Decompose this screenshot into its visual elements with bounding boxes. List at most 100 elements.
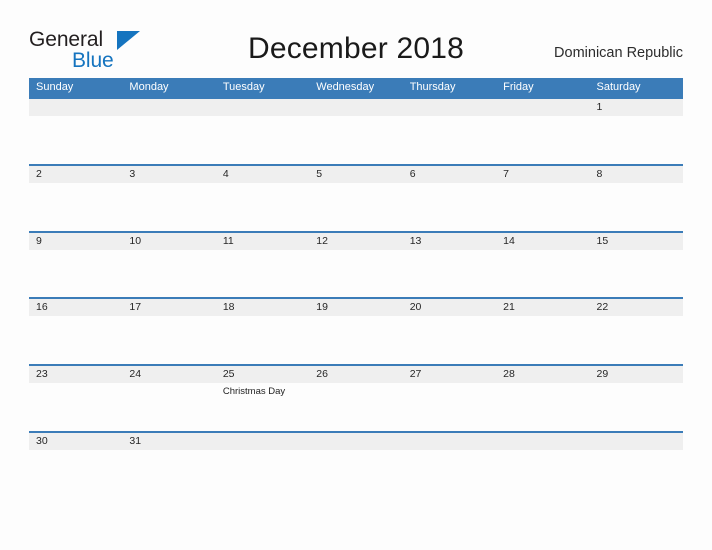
day-number bbox=[410, 433, 496, 450]
day-cell[interactable]: 21 bbox=[496, 299, 589, 364]
day-number: 22 bbox=[596, 301, 609, 314]
day-number bbox=[316, 433, 402, 450]
day-cell[interactable] bbox=[403, 433, 496, 498]
day-cell[interactable]: 11 bbox=[216, 233, 309, 298]
day-cell[interactable] bbox=[122, 99, 215, 164]
weekday-header-monday: Monday bbox=[129, 81, 169, 93]
day-number bbox=[503, 99, 589, 116]
day-number: 30 bbox=[36, 434, 48, 447]
day-cell[interactable]: 19 bbox=[309, 299, 402, 364]
day-cell[interactable] bbox=[216, 433, 309, 498]
day-cell[interactable]: 16 bbox=[29, 299, 122, 364]
day-cell[interactable]: 20 bbox=[403, 299, 496, 364]
day-cell[interactable]: 28 bbox=[496, 366, 589, 431]
calendar-week-row: 1 bbox=[29, 97, 683, 164]
day-number: 10 bbox=[129, 234, 142, 247]
day-cell[interactable] bbox=[29, 99, 122, 164]
day-number bbox=[316, 99, 402, 116]
day-number: 17 bbox=[129, 301, 142, 314]
weekday-header-saturday: Saturday bbox=[596, 81, 641, 93]
day-number bbox=[36, 99, 122, 116]
calendar-week-row: 16 17 18 19 20 21 22 bbox=[29, 297, 683, 364]
day-cell[interactable]: 25 Christmas Day bbox=[216, 366, 309, 431]
day-cell[interactable] bbox=[496, 433, 589, 498]
day-number: 7 bbox=[503, 167, 509, 180]
day-number bbox=[597, 433, 683, 450]
day-number: 31 bbox=[129, 434, 142, 447]
day-number: 23 bbox=[36, 368, 48, 381]
day-cell[interactable]: 1 bbox=[590, 99, 683, 164]
day-number: 27 bbox=[409, 368, 422, 381]
day-number: 18 bbox=[222, 301, 235, 314]
day-cell[interactable]: 3 bbox=[122, 166, 215, 231]
calendar-week-row: 2 3 4 5 6 7 8 bbox=[29, 163, 683, 231]
day-number: 25 bbox=[222, 368, 235, 381]
weekday-header-sunday: Sunday bbox=[36, 81, 74, 93]
day-cell[interactable]: 4 bbox=[216, 166, 309, 231]
day-number bbox=[223, 99, 309, 116]
calendar-week-row: 23 24 25 Christmas Day 26 27 28 29 bbox=[29, 364, 683, 431]
region-label: Dominican Republic bbox=[554, 45, 683, 61]
day-cell[interactable]: 8 bbox=[590, 166, 683, 231]
day-cell[interactable]: 10 bbox=[122, 233, 215, 298]
day-number: 8 bbox=[596, 167, 603, 180]
day-cell[interactable]: 13 bbox=[403, 233, 496, 298]
calendar-week-row: 30 31 bbox=[29, 430, 683, 498]
day-number bbox=[129, 99, 215, 116]
day-number: 2 bbox=[36, 167, 42, 180]
weekday-header-thursday: Thursday bbox=[409, 81, 456, 93]
day-cell[interactable]: 2 bbox=[29, 166, 122, 231]
day-cell[interactable]: 12 bbox=[309, 233, 402, 298]
day-number: 19 bbox=[316, 301, 328, 314]
day-number: 3 bbox=[129, 167, 136, 180]
day-cell[interactable]: 17 bbox=[122, 299, 215, 364]
day-cell[interactable]: 15 bbox=[590, 233, 683, 298]
day-cell[interactable] bbox=[309, 433, 402, 498]
day-cell[interactable]: 6 bbox=[403, 166, 496, 231]
day-cell[interactable]: 5 bbox=[309, 166, 402, 231]
day-cell[interactable]: 7 bbox=[496, 166, 589, 231]
day-number: 14 bbox=[503, 234, 515, 247]
day-number: 11 bbox=[222, 234, 234, 247]
weekday-header-wednesday: Wednesday bbox=[316, 81, 375, 93]
day-number: 21 bbox=[503, 301, 515, 314]
day-cell[interactable]: 26 bbox=[309, 366, 402, 431]
day-cell[interactable]: 22 bbox=[590, 299, 683, 364]
day-number bbox=[503, 433, 589, 450]
page-header: General Blue December 2018 Dominican Rep… bbox=[0, 0, 712, 76]
day-number: 24 bbox=[129, 368, 142, 381]
weekday-header-friday: Friday bbox=[503, 81, 534, 93]
day-cell[interactable] bbox=[309, 99, 402, 164]
day-cell[interactable]: 27 bbox=[403, 366, 496, 431]
day-number: 26 bbox=[316, 368, 328, 381]
day-number bbox=[223, 433, 309, 450]
day-cell[interactable] bbox=[216, 99, 309, 164]
day-number: 29 bbox=[596, 368, 609, 381]
day-cell[interactable] bbox=[403, 99, 496, 164]
day-number: 6 bbox=[409, 167, 416, 180]
day-cell[interactable]: 18 bbox=[216, 299, 309, 364]
day-cell[interactable] bbox=[496, 99, 589, 164]
day-cell[interactable] bbox=[590, 433, 683, 498]
day-number: 1 bbox=[596, 101, 603, 113]
day-number: 13 bbox=[409, 234, 422, 247]
day-number: 4 bbox=[222, 167, 229, 180]
day-number bbox=[410, 99, 496, 116]
day-number: 15 bbox=[596, 234, 609, 247]
day-number: 9 bbox=[36, 234, 42, 247]
day-number: 12 bbox=[316, 234, 328, 247]
day-cell[interactable]: 29 bbox=[590, 366, 683, 431]
calendar-week-row: 9 10 11 12 13 14 15 bbox=[29, 230, 683, 298]
day-cell[interactable]: 31 bbox=[122, 433, 215, 498]
day-number: 5 bbox=[316, 167, 323, 180]
day-cell[interactable]: 14 bbox=[496, 233, 589, 298]
day-cell[interactable]: 30 bbox=[29, 433, 122, 498]
day-number: 28 bbox=[503, 368, 515, 381]
day-cell[interactable]: 23 bbox=[29, 366, 122, 431]
calendar-table: Sunday Monday Tuesday Wednesday Thursday… bbox=[29, 78, 683, 498]
day-cell[interactable]: 24 bbox=[122, 366, 215, 431]
day-number: 20 bbox=[409, 301, 422, 314]
weekday-header-tuesday: Tuesday bbox=[222, 81, 265, 93]
day-cell[interactable]: 9 bbox=[29, 233, 122, 298]
day-number: 16 bbox=[36, 301, 48, 314]
